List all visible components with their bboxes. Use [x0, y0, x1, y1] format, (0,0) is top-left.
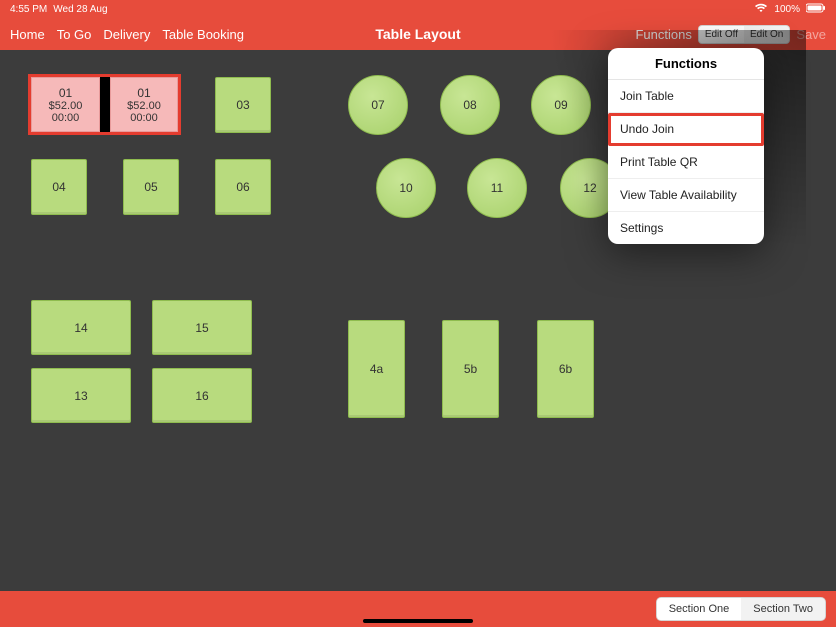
- table-number: 01: [137, 86, 150, 100]
- table-number: 04: [52, 180, 65, 194]
- table-14[interactable]: 14: [31, 300, 131, 355]
- table-time: 00:00: [52, 112, 80, 124]
- table-number: 07: [371, 98, 384, 112]
- battery-icon: [806, 3, 826, 16]
- functions-button[interactable]: Functions: [635, 27, 691, 42]
- nav-delivery[interactable]: Delivery: [103, 27, 150, 42]
- table-time: 00:00: [130, 112, 158, 124]
- battery-pct: 100%: [774, 4, 800, 15]
- section-two-button[interactable]: Section Two: [741, 598, 825, 620]
- joined-group-gap: [100, 77, 110, 132]
- top-nav: Home To Go Delivery Table Booking Table …: [0, 18, 836, 50]
- table-6b[interactable]: 6b: [537, 320, 594, 418]
- table-number: 6b: [559, 362, 572, 376]
- table-number: 08: [463, 98, 476, 112]
- nav-table-booking[interactable]: Table Booking: [162, 27, 244, 42]
- table-number: 05: [144, 180, 157, 194]
- table-number: 09: [554, 98, 567, 112]
- table-amount: $52.00: [49, 100, 83, 112]
- popover-item-settings[interactable]: Settings: [608, 212, 764, 244]
- functions-popover: Functions Join Table Undo Join Print Tab…: [608, 48, 764, 244]
- table-07[interactable]: 07: [348, 75, 408, 135]
- table-06[interactable]: 06: [215, 159, 271, 215]
- table-number: 13: [74, 389, 87, 403]
- table-number: 10: [399, 181, 412, 195]
- table-13[interactable]: 13: [31, 368, 131, 423]
- table-16[interactable]: 16: [152, 368, 252, 423]
- table-01a[interactable]: 01 $52.00 00:00: [31, 77, 100, 132]
- edit-off-button[interactable]: Edit Off: [699, 26, 744, 43]
- wifi-icon: [754, 3, 768, 16]
- table-number: 06: [236, 180, 249, 194]
- table-number: 14: [74, 321, 87, 335]
- table-4a[interactable]: 4a: [348, 320, 405, 418]
- section-toggle: Section One Section Two: [656, 597, 826, 621]
- table-number: 5b: [464, 362, 477, 376]
- table-number: 01: [59, 86, 72, 100]
- table-01b[interactable]: 01 $52.00 00:00: [110, 77, 178, 132]
- status-time: 4:55 PM: [10, 4, 47, 15]
- table-amount: $52.00: [127, 100, 161, 112]
- popover-item-view-availability[interactable]: View Table Availability: [608, 179, 764, 212]
- table-10[interactable]: 10: [376, 158, 436, 218]
- table-11[interactable]: 11: [467, 158, 527, 218]
- table-number: 16: [195, 389, 208, 403]
- nav-home[interactable]: Home: [10, 27, 45, 42]
- popover-item-print-qr[interactable]: Print Table QR: [608, 146, 764, 179]
- table-04[interactable]: 04: [31, 159, 87, 215]
- table-08[interactable]: 08: [440, 75, 500, 135]
- table-5b[interactable]: 5b: [442, 320, 499, 418]
- edit-on-button[interactable]: Edit On: [744, 26, 789, 43]
- table-number: 15: [195, 321, 208, 335]
- table-15[interactable]: 15: [152, 300, 252, 355]
- page-title: Table Layout: [375, 26, 460, 42]
- table-03[interactable]: 03: [215, 77, 271, 133]
- section-one-button[interactable]: Section One: [657, 598, 742, 620]
- table-number: 11: [491, 181, 503, 195]
- bottom-bar: Section One Section Two: [0, 591, 836, 627]
- nav-togo[interactable]: To Go: [57, 27, 92, 42]
- home-indicator: [363, 619, 473, 623]
- table-number: 03: [236, 98, 249, 112]
- edit-toggle: Edit Off Edit On: [698, 25, 791, 44]
- status-date: Wed 28 Aug: [53, 4, 107, 15]
- table-05[interactable]: 05: [123, 159, 179, 215]
- save-button[interactable]: Save: [796, 27, 826, 42]
- table-09[interactable]: 09: [531, 75, 591, 135]
- table-number: 4a: [370, 362, 383, 376]
- popover-item-undo-join[interactable]: Undo Join: [608, 113, 764, 146]
- popover-title: Functions: [608, 48, 764, 80]
- status-bar: 4:55 PM Wed 28 Aug 100%: [0, 0, 836, 18]
- popover-item-join-table[interactable]: Join Table: [608, 80, 764, 113]
- table-number: 12: [583, 181, 596, 195]
